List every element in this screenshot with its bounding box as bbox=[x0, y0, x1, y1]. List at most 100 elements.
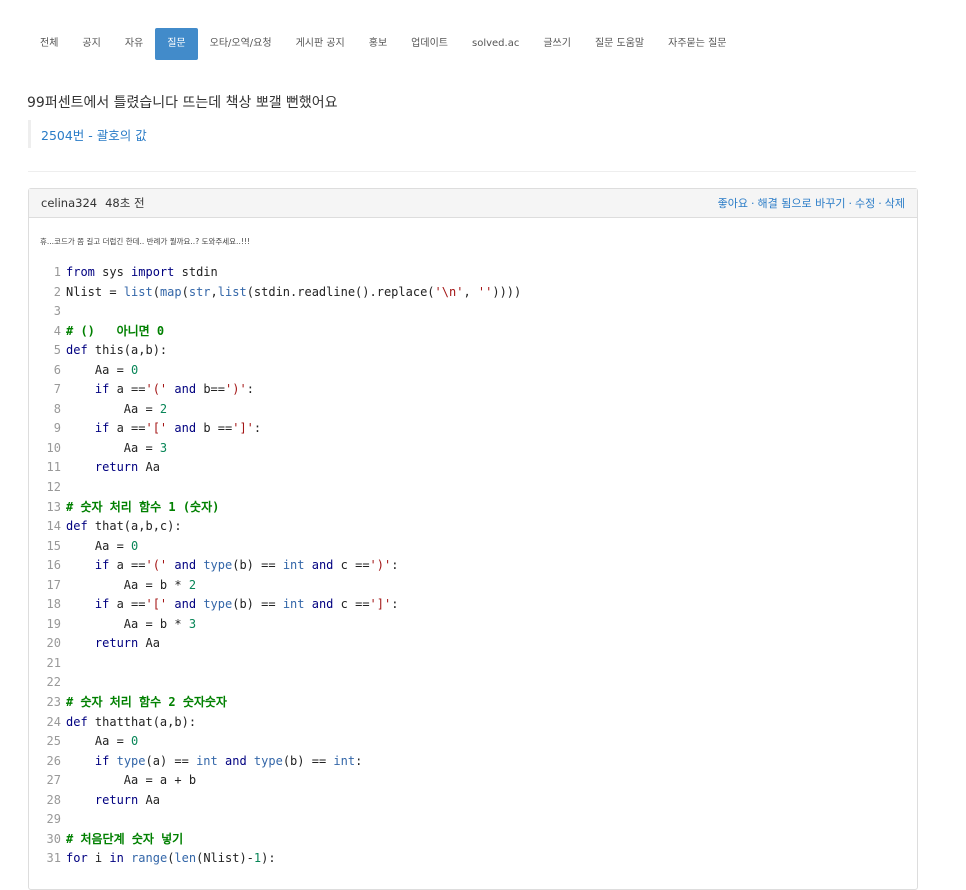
post-panel: celina324 48초 전 좋아요 · 해결 됨으로 바꾸기 · 수정 · 삭제 휴...… bbox=[28, 188, 918, 890]
code-line: 25 Aa = 0 bbox=[40, 732, 917, 752]
line-number: 4 bbox=[53, 323, 61, 338]
problem-link[interactable]: 2504번 - 괄호의 값 bbox=[41, 125, 147, 144]
post-meta: celina324 48초 전 bbox=[41, 195, 145, 211]
code-line: 21 bbox=[40, 654, 917, 674]
line-number: 19 bbox=[46, 616, 61, 631]
code-text: from sys import stdin bbox=[66, 265, 218, 279]
code-line: 26 if type(a) == int and type(b) == int: bbox=[40, 752, 917, 772]
line-number: 7 bbox=[53, 382, 61, 397]
tab-5[interactable]: 게시판 공지 bbox=[284, 28, 357, 60]
code-text: for i in range(len(Nlist)-1): bbox=[66, 851, 276, 866]
tab-3[interactable]: 질문 bbox=[155, 28, 198, 60]
line-number: 3 bbox=[53, 304, 61, 319]
code-line: 30 # 처음단계 숫자 넣기 bbox=[40, 830, 917, 850]
line-number: 23 bbox=[46, 695, 61, 710]
code-text: Aa = 0 bbox=[66, 734, 139, 749]
problem-link-box: 2504번 - 괄호의 값 bbox=[28, 120, 147, 148]
code-text: # () 아니면 0 bbox=[66, 323, 165, 338]
code-text: if type(a) == int and type(b) == int: bbox=[94, 753, 363, 768]
divider bbox=[28, 171, 916, 172]
line-number: 27 bbox=[46, 773, 61, 788]
code-line: 18 if a =='[' and type(b) == int and c =… bbox=[40, 595, 917, 615]
tab-4[interactable]: 오타/오역/요청 bbox=[198, 28, 284, 60]
tab-11[interactable]: 자주묻는 질문 bbox=[656, 28, 738, 60]
code-block: 1 from sys import stdin 2 Nlist = list(map(… bbox=[40, 263, 917, 869]
line-number: 30 bbox=[46, 831, 61, 846]
code-text: Aa = b * 2 bbox=[66, 577, 197, 592]
code-text: # 처음단계 숫자 넣기 bbox=[66, 831, 184, 846]
code-text: def thatthat(a,b): bbox=[66, 714, 197, 729]
action-separator: · bbox=[878, 197, 882, 210]
code-line: 4 # () 아니면 0 bbox=[40, 322, 917, 342]
code-line: 14 def that(a,b,c): bbox=[40, 517, 917, 537]
author-name[interactable]: celina324 bbox=[41, 196, 97, 210]
tab-8[interactable]: solved.ac bbox=[460, 28, 531, 60]
code-text: Aa = b * 3 bbox=[66, 616, 197, 631]
code-line: 8 Aa = 2 bbox=[40, 400, 917, 420]
post-body: 휴...코드가 쫌 길고 더럽긴 한데.. 반례가 뭘까요..? 도와주세요..… bbox=[40, 237, 250, 246]
line-number: 12 bbox=[46, 480, 61, 495]
code-line: 28 return Aa bbox=[40, 791, 917, 811]
action-separator: · bbox=[848, 197, 853, 210]
code-line: 3 bbox=[40, 302, 917, 322]
code-text: # 숫자 처리 함수 2 숫자숫자 bbox=[66, 695, 227, 710]
line-number: 15 bbox=[46, 538, 61, 553]
code-line: 1 from sys import stdin bbox=[40, 263, 917, 283]
line-number: 18 bbox=[46, 597, 61, 612]
code-line: 20 return Aa bbox=[40, 634, 917, 654]
post-header: celina324 48초 전 좋아요 · 해결 됨으로 바꾸기 · 수정 · 삭제 bbox=[29, 189, 917, 218]
code-line: 10 Aa = 3 bbox=[40, 439, 917, 459]
code-text: if a =='(' and b==')': bbox=[94, 382, 254, 397]
code-line: 15 Aa = 0 bbox=[40, 537, 917, 557]
tab-0[interactable]: 전체 bbox=[28, 28, 70, 60]
code-line: 9 if a =='[' and b ==']': bbox=[40, 419, 917, 439]
code-line: 31 for i in range(len(Nlist)-1): bbox=[40, 849, 917, 869]
code-text: Aa = a + b bbox=[66, 773, 197, 788]
code-line: 12 bbox=[40, 478, 917, 498]
code-text: # 숫자 처리 함수 1 (숫자) bbox=[66, 499, 220, 514]
code-text: Aa = 0 bbox=[66, 538, 139, 553]
edit-button[interactable]: 수정 bbox=[855, 197, 875, 210]
code-line: 5 def this(a,b): bbox=[40, 341, 917, 361]
like-button[interactable]: 좋아요 bbox=[718, 197, 748, 210]
code-text: if a =='[' and type(b) == int and c ==']… bbox=[94, 597, 399, 612]
action-separator: · bbox=[751, 197, 755, 210]
code-line: 16 if a =='(' and type(b) == int and c =… bbox=[40, 556, 917, 576]
code-line: 13 # 숫자 처리 함수 1 (숫자) bbox=[40, 498, 917, 518]
post-actions: 좋아요 · 해결 됨으로 바꾸기 · 수정 · 삭제 bbox=[718, 195, 905, 211]
line-number: 9 bbox=[53, 421, 61, 436]
tab-6[interactable]: 홍보 bbox=[357, 28, 399, 60]
line-number: 16 bbox=[46, 558, 61, 573]
line-number: 10 bbox=[46, 440, 61, 455]
board-tabs: 전체 공지 자유 질문 오타/오역/요청 게시판 공지 홍보 업데이트 solved.ac 글쓰기… bbox=[28, 28, 739, 60]
delete-button[interactable]: 삭제 bbox=[885, 197, 905, 210]
line-number: 5 bbox=[53, 343, 61, 358]
tab-2[interactable]: 자유 bbox=[113, 28, 155, 60]
code-line: 29 bbox=[40, 810, 917, 830]
tab-10[interactable]: 질문 도움말 bbox=[583, 28, 656, 60]
line-number: 29 bbox=[46, 812, 61, 827]
code-line: 23 # 숫자 처리 함수 2 숫자숫자 bbox=[40, 693, 917, 713]
mark-solved-button[interactable]: 해결 됨으로 바꾸기 bbox=[758, 197, 846, 210]
line-number: 1 bbox=[53, 265, 61, 279]
tab-7[interactable]: 업데이트 bbox=[399, 28, 460, 60]
code-text: if a =='[' and b ==']': bbox=[94, 421, 262, 436]
post-time: 48초 전 bbox=[105, 196, 145, 210]
code-line: 22 bbox=[40, 673, 917, 693]
tab-1[interactable]: 공지 bbox=[70, 28, 112, 60]
code-text: return Aa bbox=[94, 792, 160, 807]
code-text: return Aa bbox=[94, 460, 160, 475]
line-number: 17 bbox=[46, 577, 61, 592]
line-number: 22 bbox=[46, 675, 61, 690]
line-number: 11 bbox=[46, 460, 61, 475]
line-number: 28 bbox=[46, 792, 61, 807]
code-line: 7 if a =='(' and b==')': bbox=[40, 380, 917, 400]
line-number: 25 bbox=[46, 734, 61, 749]
tab-9[interactable]: 글쓰기 bbox=[531, 28, 583, 60]
code-text: def that(a,b,c): bbox=[66, 519, 182, 534]
line-number: 20 bbox=[46, 636, 61, 651]
code-line: 6 Aa = 0 bbox=[40, 361, 917, 381]
code-text: Nlist = list(map(str,list(stdin.readline… bbox=[66, 284, 522, 299]
code-line: 24 def thatthat(a,b): bbox=[40, 713, 917, 733]
line-number: 6 bbox=[53, 362, 61, 377]
